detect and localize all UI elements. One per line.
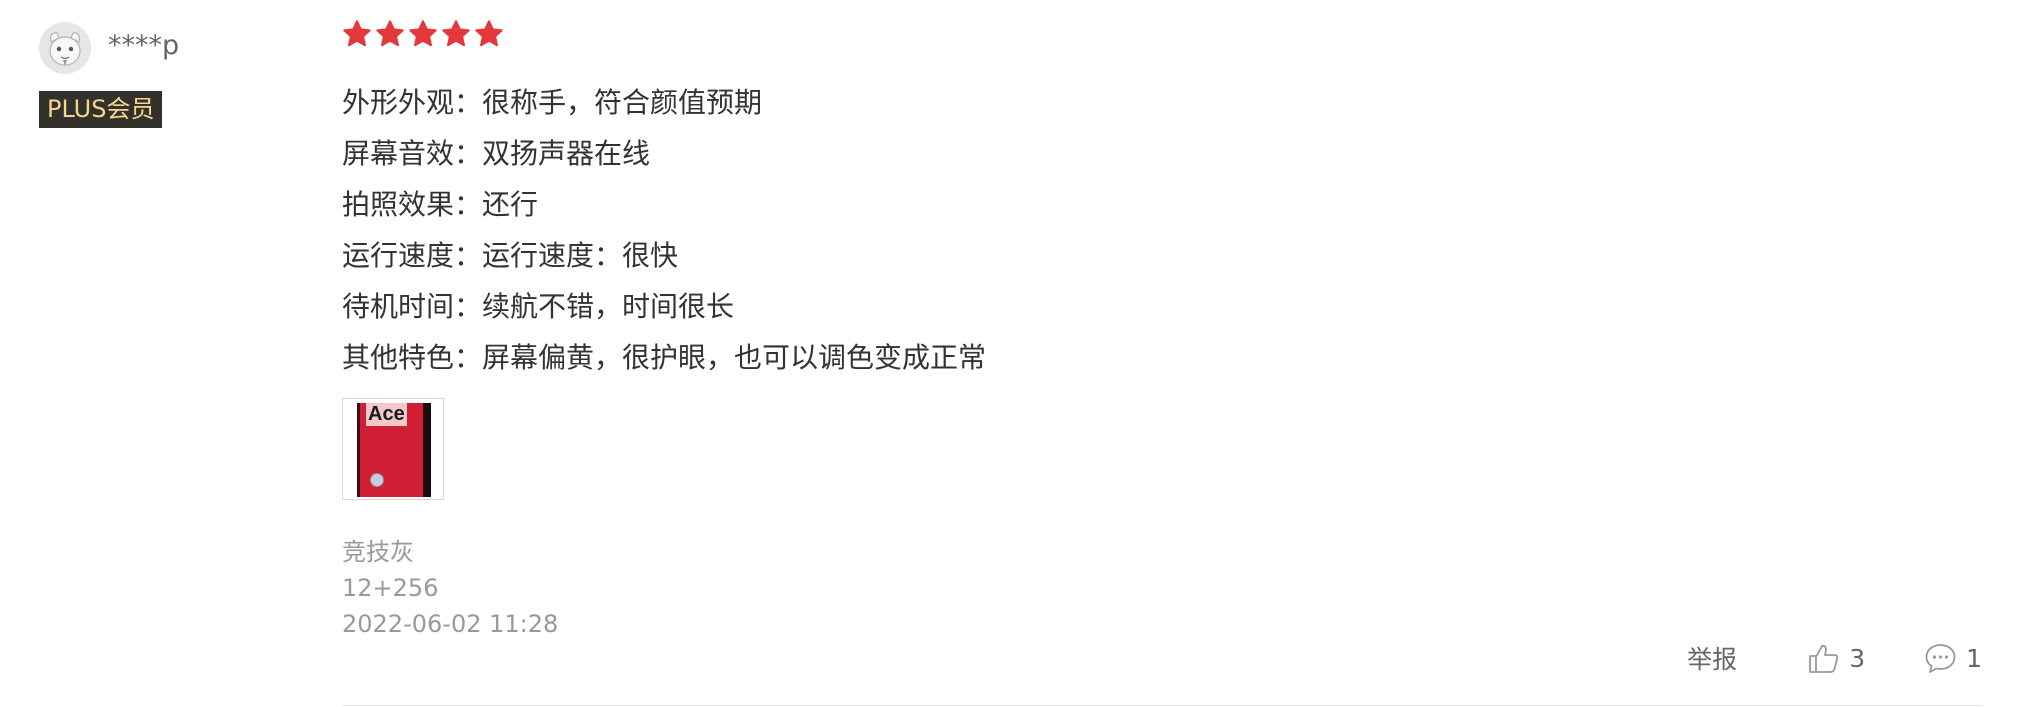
review-item: ****p PLUS会员 外形外观：很称手，符合颜值预期 屏幕音效：双扬声器在线拍…	[0, 0, 2020, 707]
review-content: 外形外观：很称手，符合颜值预期 屏幕音效：双扬声器在线 拍照效果：还行运行速度：运行…	[342, 0, 1982, 707]
review-line: 外形外观：很称手，符合颜值预期	[342, 86, 763, 119]
divider	[342, 705, 1982, 706]
review-line: 待机时间：续航不错，时间很长	[342, 290, 735, 323]
review-photo-thumbnail[interactable]: Ace	[342, 398, 444, 500]
reply-button[interactable]: 1	[1924, 642, 1982, 675]
comment-bubble-icon	[1925, 643, 1956, 673]
reply-count: 1	[1966, 643, 1982, 673]
photo-text: Ace	[366, 403, 407, 426]
review-text: 外形外观：很称手，符合颜值预期 屏幕音效：双扬声器在线 拍照效果：还行运行速度：运行…	[342, 77, 986, 383]
camera-dot	[370, 473, 384, 487]
star-icon	[376, 20, 404, 47]
username: ****p	[108, 30, 180, 61]
report-button[interactable]: 举报	[1687, 640, 1737, 676]
review-line: 运行速度：运行速度：很快	[342, 239, 679, 272]
phone-edge-right	[423, 403, 431, 497]
star-icon	[343, 20, 371, 47]
product-meta: 竞技灰 12+256 2022-06-02 11:28	[342, 534, 558, 642]
review-line: 拍照效果：还行	[342, 188, 539, 221]
report-label: 举报	[1687, 645, 1738, 674]
plus-member-badge: PLUS会员	[39, 91, 163, 128]
review-actions: 举报 3 1	[1687, 638, 1982, 678]
color-variant: 竞技灰	[342, 538, 414, 566]
avatar-icon	[39, 22, 91, 74]
star-icon	[442, 20, 470, 47]
review-line: 屏幕音效：双扬声器在线	[342, 137, 651, 170]
star-rating	[342, 19, 504, 49]
review-line: 其他特色：屏幕偏黄，很护眼，也可以调色变成正常	[342, 341, 987, 374]
like-button[interactable]: 3	[1807, 642, 1865, 675]
review-date: 2022-06-02 11:28	[342, 610, 559, 638]
storage-variant: 12+256	[342, 574, 439, 602]
avatar[interactable]	[39, 22, 91, 74]
phone-edge-left	[357, 403, 360, 497]
like-count: 3	[1849, 643, 1866, 673]
thumbs-up-icon	[1809, 644, 1839, 673]
phone-photo: Ace	[357, 403, 431, 497]
star-icon	[409, 20, 437, 47]
star-icon	[475, 20, 503, 47]
